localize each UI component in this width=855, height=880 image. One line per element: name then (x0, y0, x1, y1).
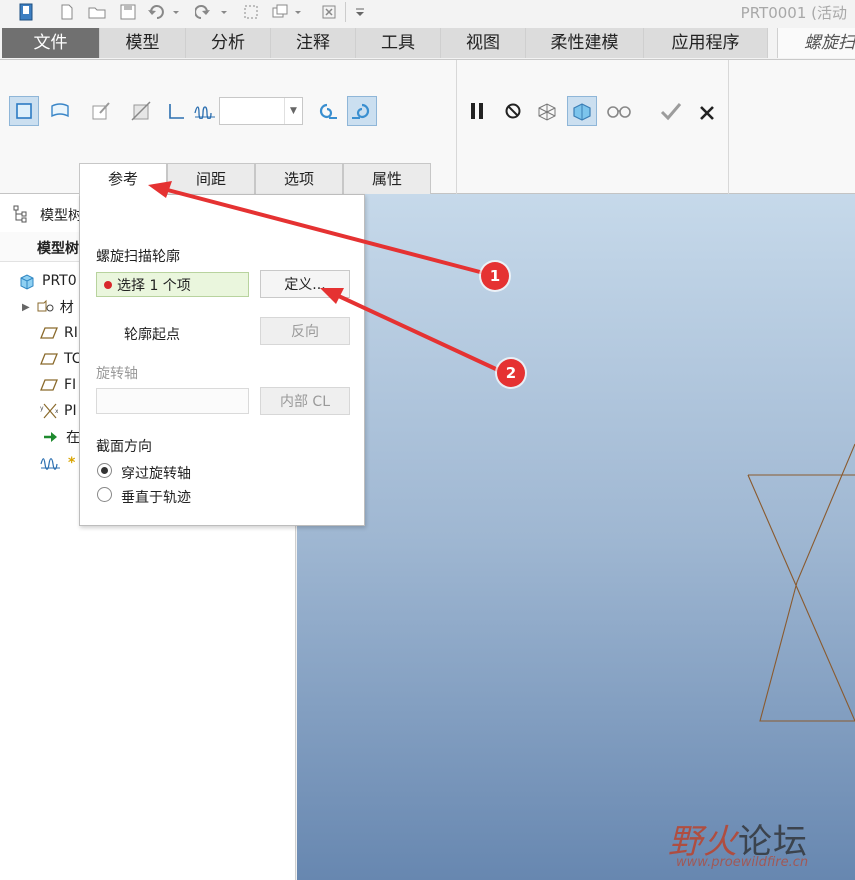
annotation-badge-1: 1 (481, 262, 509, 290)
cancel-x-icon[interactable] (692, 98, 722, 128)
expand-arrow-icon[interactable]: ▶ (22, 302, 30, 313)
sketch-profile (747, 443, 855, 722)
customize-toolbar-icon[interactable] (350, 2, 370, 22)
define-button[interactable]: 定义... (260, 270, 350, 298)
tree-item-label: * (68, 455, 76, 471)
right-handed-icon[interactable] (347, 96, 377, 126)
ribbon-tab-bar: 文件 模型 分析 注释 工具 视图 柔性建模 应用程序 螺旋扫 (0, 26, 855, 60)
tab-analysis[interactable]: 分析 (186, 28, 271, 58)
tab-annotate[interactable]: 注释 (271, 28, 356, 58)
axis-label: 旋转轴 (96, 366, 138, 382)
tree-item-coordinate-system[interactable]: yx PI (40, 399, 77, 423)
glasses-icon[interactable] (604, 96, 634, 126)
annotation-badge-2: 2 (497, 359, 525, 387)
axis-collector[interactable] (96, 388, 249, 414)
part-icon (18, 272, 36, 290)
tree-item-material[interactable]: ▶ 材 (22, 295, 74, 319)
quick-access-toolbar: PRT0001 (活动 (0, 0, 855, 26)
radio-through-axis[interactable] (97, 463, 112, 478)
helix-pitch-icon[interactable] (190, 96, 220, 126)
radio-through-axis-label[interactable]: 穿过旋转轴 (121, 463, 191, 483)
tree-item-top-plane[interactable]: TC (40, 347, 82, 371)
tab-view[interactable]: 视图 (441, 28, 526, 58)
tab-helical-sweep[interactable]: 螺旋扫 (777, 28, 855, 58)
subtab-properties[interactable]: 属性 (343, 163, 431, 194)
solid-icon[interactable] (9, 96, 39, 126)
preview-geometry-icon[interactable] (532, 96, 562, 126)
subtab-options[interactable]: 选项 (255, 163, 343, 194)
tab-flexible-modeling[interactable]: 柔性建模 (526, 28, 644, 58)
tab-model[interactable]: 模型 (100, 28, 186, 58)
coordinate-system-icon: yx (40, 402, 58, 420)
tree-item-insert-here[interactable]: 在 (42, 425, 80, 449)
tree-item-helical-sweep[interactable]: * (40, 451, 75, 475)
internal-cl-button[interactable]: 内部 CL (260, 387, 350, 415)
chevron-down-icon[interactable]: ▼ (284, 98, 302, 124)
flip-button[interactable]: 反向 (260, 317, 350, 345)
tree-item-right-plane[interactable]: RI (40, 321, 78, 345)
profile-collector-text: 选择 1 个项 (117, 277, 191, 294)
profile-label: 螺旋扫描轮廓 (96, 249, 180, 265)
close-window-icon[interactable] (318, 2, 340, 22)
windows-icon[interactable] (270, 2, 306, 22)
redo-icon[interactable] (194, 2, 230, 22)
tree-item-label: 材 (59, 300, 74, 316)
radio-normal-to-trajectory-label[interactable]: 垂直于轨迹 (121, 487, 191, 507)
open-folder-icon[interactable] (86, 2, 108, 22)
subtab-references[interactable]: 参考 (79, 163, 167, 196)
start-point-label: 轮廓起点 (124, 327, 180, 343)
graphics-window[interactable] (297, 194, 855, 880)
helical-sweep-icon (40, 454, 62, 472)
model-tree-column-label: 模型树 (37, 241, 79, 257)
tree-item-label: FI (64, 377, 77, 393)
radio-normal-to-trajectory[interactable] (97, 487, 112, 502)
remove-material-icon[interactable] (126, 96, 156, 126)
save-icon[interactable] (117, 2, 139, 22)
tree-item-part[interactable]: PRT0 (18, 269, 77, 293)
subtab-pitch[interactable]: 间距 (167, 163, 255, 194)
references-panel: 螺旋扫描轮廓 选择 1 个项 定义... 轮廓起点 反向 旋转轴 内部 CL 截… (79, 194, 365, 526)
tree-item-label: PI (64, 403, 77, 419)
required-indicator-icon (104, 280, 112, 289)
toolbar-separator (345, 2, 346, 22)
model-tree-title: 模型树 (40, 208, 82, 224)
undo-icon[interactable] (146, 2, 182, 22)
surface-icon[interactable] (45, 96, 75, 126)
left-handed-icon[interactable] (312, 96, 342, 126)
app-icon[interactable] (14, 2, 38, 22)
tab-applications[interactable]: 应用程序 (644, 28, 768, 58)
svg-text:y: y (40, 405, 44, 412)
ribbon-separator (728, 60, 729, 194)
insert-here-icon (42, 428, 60, 446)
datum-plane-icon (40, 324, 58, 342)
window-title: PRT0001 (活动 (740, 4, 847, 22)
material-icon (36, 298, 54, 316)
new-file-icon[interactable] (56, 2, 78, 22)
no-preview-icon[interactable] (498, 96, 528, 126)
verify-mode-icon[interactable] (567, 96, 597, 126)
pitch-value-dropdown[interactable]: ▼ (219, 97, 303, 125)
edit-section-icon[interactable] (86, 96, 116, 126)
tree-item-label: 在 (66, 430, 80, 446)
datum-plane-icon (40, 350, 58, 368)
tree-view-icon[interactable] (12, 204, 32, 228)
tree-item-label: RI (64, 325, 78, 341)
profile-collector[interactable]: 选择 1 个项 (96, 272, 249, 297)
thicken-icon[interactable] (162, 96, 192, 126)
tab-file[interactable]: 文件 (2, 28, 100, 58)
tree-item-label: PRT0 (42, 273, 77, 289)
ribbon-separator (456, 60, 457, 194)
tab-tools[interactable]: 工具 (356, 28, 441, 58)
pause-icon[interactable] (462, 96, 492, 126)
watermark-url: www.proewildfire.cn (676, 855, 809, 870)
regenerate-icon[interactable] (240, 2, 262, 22)
svg-text:x: x (55, 408, 58, 415)
datum-plane-icon (40, 376, 58, 394)
section-orientation-label: 截面方向 (96, 439, 152, 455)
confirm-check-icon[interactable] (656, 96, 686, 126)
tree-item-front-plane[interactable]: FI (40, 373, 76, 397)
